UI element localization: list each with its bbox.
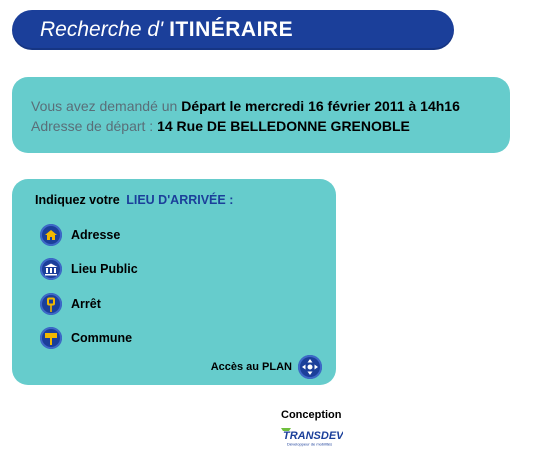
departure-time-value: Départ le mercredi 16 février 2011 à 14h… xyxy=(181,98,460,114)
arrival-prompt-accent: LIEU D'ARRIVÉE : xyxy=(126,193,234,207)
header-title: ITINÉRAIRE xyxy=(169,18,294,41)
option-lieu-public-label: Lieu Public xyxy=(71,262,138,276)
option-arret-label: Arrêt xyxy=(71,297,101,311)
transdev-logo: TRANSDEV Développeur de mobilités xyxy=(281,426,345,448)
town-sign-icon xyxy=(40,327,62,349)
map-navigation-icon xyxy=(298,355,322,379)
arrival-selection-panel: Indiquez votre LIEU D'ARRIVÉE : Adresse … xyxy=(12,179,336,385)
departure-address-value: 14 Rue DE BELLEDONNE GRENOBLE xyxy=(157,118,410,134)
conception-label: Conception xyxy=(281,409,342,421)
option-lieu-public[interactable]: Lieu Public xyxy=(40,257,138,281)
public-building-icon xyxy=(40,258,62,280)
bus-stop-icon xyxy=(40,293,62,315)
request-summary-panel: Vous avez demandé un Départ le mercredi … xyxy=(12,77,510,153)
page-header: Recherche d' ITINÉRAIRE xyxy=(12,10,454,50)
option-adresse[interactable]: Adresse xyxy=(40,223,120,247)
option-commune-label: Commune xyxy=(71,331,133,345)
departure-address-line: Adresse de départ : 14 Rue DE BELLEDONNE… xyxy=(31,116,510,136)
departure-time-label: Vous avez demandé un xyxy=(31,98,178,114)
arrival-prompt-text: Indiquez votre xyxy=(35,193,120,207)
option-arret[interactable]: Arrêt xyxy=(40,292,101,316)
header-prefix: Recherche d' xyxy=(40,18,164,41)
plan-access-label: Accès au PLAN xyxy=(210,361,292,373)
house-icon xyxy=(40,224,62,246)
option-commune[interactable]: Commune xyxy=(40,326,132,350)
departure-time-line: Vous avez demandé un Départ le mercredi … xyxy=(31,96,510,116)
plan-access-link[interactable]: Accès au PLAN xyxy=(211,355,322,379)
arrival-prompt: Indiquez votre LIEU D'ARRIVÉE : xyxy=(35,193,233,207)
departure-address-label: Adresse de départ : xyxy=(31,118,154,134)
svg-text:Développeur de mobilités: Développeur de mobilités xyxy=(287,442,332,447)
svg-text:TRANSDEV: TRANSDEV xyxy=(283,430,343,442)
option-adresse-label: Adresse xyxy=(71,228,121,242)
